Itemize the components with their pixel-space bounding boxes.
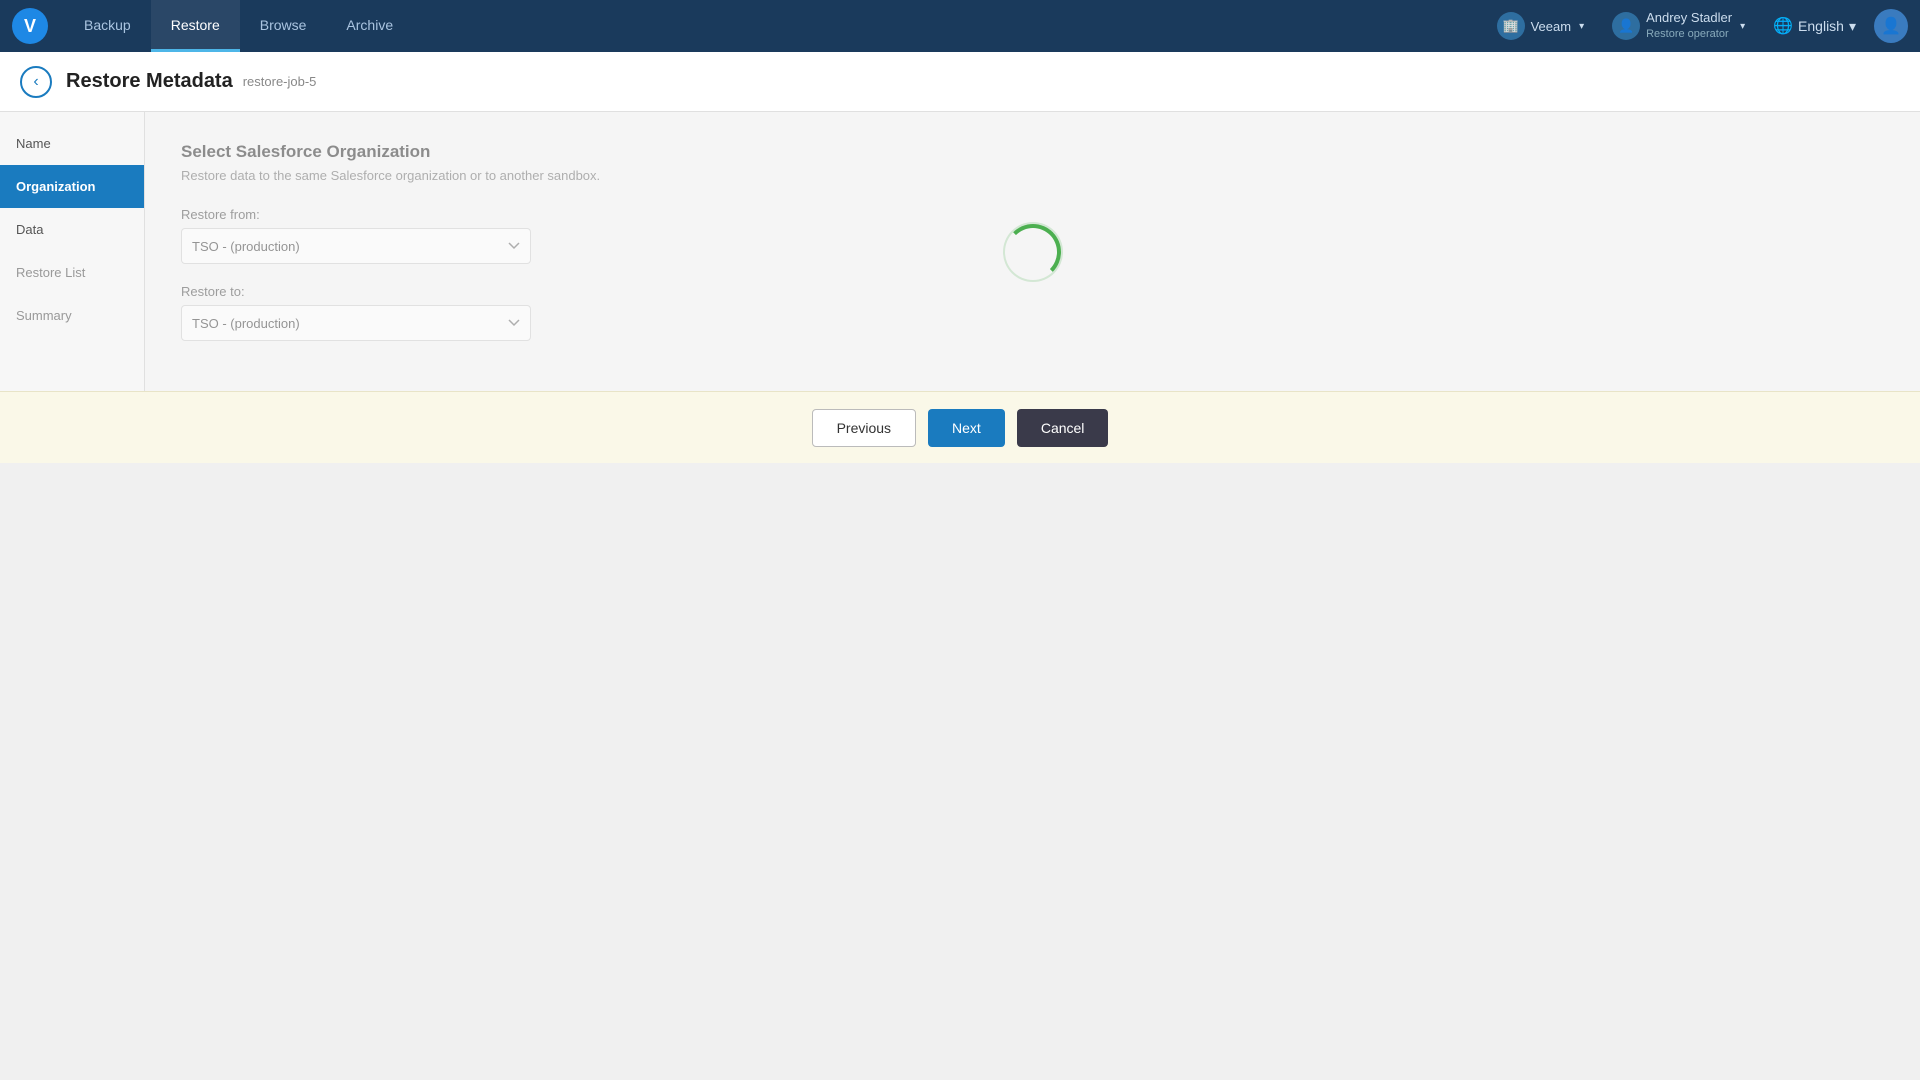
language-label: English [1798, 18, 1844, 34]
restore-from-select[interactable]: TSO - (production) [181, 228, 531, 264]
nav-tab-archive[interactable]: Archive [326, 0, 413, 52]
veeam-selector[interactable]: 🏢 Veeam ▾ [1487, 8, 1595, 44]
sidebar-item-name[interactable]: Name [0, 122, 144, 165]
veeam-icon: 🏢 [1497, 12, 1525, 40]
veeam-chevron: ▾ [1579, 21, 1584, 32]
back-button[interactable]: ‹ [20, 66, 52, 98]
user-menu[interactable]: 👤 Andrey Stadler Restore operator ▾ [1602, 6, 1755, 45]
restore-from-group: Restore from: TSO - (production) [181, 207, 1884, 264]
topnav-right: 🏢 Veeam ▾ 👤 Andrey Stadler Restore opera… [1487, 6, 1908, 45]
section-title: Select Salesforce Organization [181, 142, 1884, 162]
language-selector[interactable]: 🌐 English ▾ [1763, 12, 1866, 40]
sidebar-item-data[interactable]: Data [0, 208, 144, 251]
veeam-label: Veeam [1531, 19, 1571, 34]
restore-to-group: Restore to: TSO - (production) [181, 284, 1884, 341]
next-button[interactable]: Next [928, 409, 1005, 447]
sidebar-item-organization[interactable]: Organization [0, 165, 144, 208]
footer: Previous Next Cancel [0, 391, 1920, 463]
person-icon: 👤 [1881, 16, 1901, 36]
user-role-label: Restore operator [1646, 27, 1732, 41]
cancel-button[interactable]: Cancel [1017, 409, 1109, 447]
body-area: Name Organization Data Restore List Summ… [0, 112, 1920, 391]
user-name-label: Andrey Stadler [1646, 10, 1732, 27]
user-chevron: ▾ [1740, 21, 1745, 32]
nav-tab-restore[interactable]: Restore [151, 0, 240, 52]
main-wrapper: ‹ Restore Metadata restore-job-5 Name Or… [0, 52, 1920, 463]
sidebar: Name Organization Data Restore List Summ… [0, 112, 145, 391]
topnav: V Backup Restore Browse Archive 🏢 Veeam … [0, 0, 1920, 52]
language-chevron: ▾ [1849, 18, 1856, 35]
restore-from-label: Restore from: [181, 207, 1884, 222]
page-header: ‹ Restore Metadata restore-job-5 [0, 52, 1920, 112]
app-logo[interactable]: V [12, 8, 48, 44]
restore-to-select[interactable]: TSO - (production) [181, 305, 531, 341]
main-panel: Select Salesforce Organization Restore d… [145, 112, 1920, 391]
globe-icon: 🌐 [1773, 16, 1793, 36]
nav-tabs: Backup Restore Browse Archive [64, 0, 413, 52]
user-avatar-icon: 👤 [1612, 12, 1640, 40]
user-icon-button[interactable]: 👤 [1874, 9, 1908, 43]
nav-tab-backup[interactable]: Backup [64, 0, 151, 52]
page-title: Restore Metadata [66, 70, 233, 93]
sidebar-item-summary: Summary [0, 294, 144, 337]
page-subtitle: restore-job-5 [243, 74, 317, 89]
section-desc: Restore data to the same Salesforce orga… [181, 168, 1884, 183]
back-arrow-icon: ‹ [33, 73, 38, 91]
nav-tab-browse[interactable]: Browse [240, 0, 327, 52]
previous-button[interactable]: Previous [812, 409, 916, 447]
restore-to-label: Restore to: [181, 284, 1884, 299]
sidebar-item-restore-list: Restore List [0, 251, 144, 294]
